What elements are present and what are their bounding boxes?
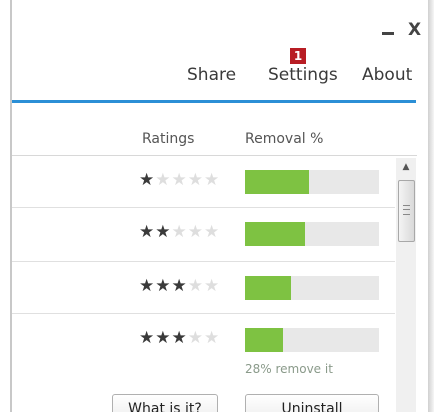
star-empty-icon: ★ [204, 170, 221, 190]
ratings-column-header: Ratings [142, 131, 195, 147]
star-filled-icon: ★ [155, 222, 172, 242]
star-filled-icon: ★ [139, 170, 156, 190]
app-window: X Share Settings 1 About Ratings Removal… [0, 0, 434, 412]
star-rating: ★★★★★ [139, 222, 220, 242]
star-empty-icon: ★ [187, 222, 204, 242]
star-filled-icon: ★ [139, 276, 156, 296]
removal-bar-fill [245, 276, 291, 300]
star-empty-icon: ★ [204, 276, 221, 296]
table-row: ★★★★★ [12, 262, 395, 312]
minimize-button[interactable] [380, 18, 396, 38]
star-rating: ★★★★★ [139, 328, 220, 348]
star-empty-icon: ★ [155, 170, 172, 190]
star-filled-icon: ★ [139, 222, 156, 242]
removal-bar-track [245, 276, 379, 300]
settings-notification-badge: 1 [290, 48, 306, 64]
removal-bar-fill [245, 328, 283, 352]
vertical-scrollbar[interactable]: ▲ [396, 158, 416, 412]
table-row: ★★★★★ [12, 208, 395, 258]
table-row: ★★★★★ [12, 156, 395, 206]
removal-bar-fill [245, 222, 305, 246]
scroll-up-arrow-icon[interactable]: ▲ [396, 158, 416, 176]
star-empty-icon: ★ [204, 328, 221, 348]
removal-bar-track [245, 222, 379, 246]
table-row: ★★★★★ [12, 314, 395, 364]
nav-about-link[interactable]: About [362, 64, 412, 86]
removal-bar-track [245, 328, 379, 352]
star-empty-icon: ★ [187, 328, 204, 348]
header-divider [12, 100, 416, 103]
star-filled-icon: ★ [155, 328, 172, 348]
star-rating: ★★★★★ [139, 170, 220, 190]
nav-share-link[interactable]: Share [187, 64, 236, 86]
minimize-icon [382, 32, 394, 35]
star-filled-icon: ★ [139, 328, 156, 348]
window-right-edge [428, 0, 434, 412]
nav-settings-link[interactable]: Settings [268, 64, 338, 86]
star-filled-icon: ★ [171, 276, 188, 296]
what-is-it-button[interactable]: What is it? [112, 394, 218, 412]
star-filled-icon: ★ [171, 328, 188, 348]
star-empty-icon: ★ [171, 170, 188, 190]
close-button[interactable]: X [408, 20, 421, 40]
scroll-thumb[interactable] [398, 180, 415, 242]
star-empty-icon: ★ [187, 276, 204, 296]
star-filled-icon: ★ [155, 276, 172, 296]
removal-column-header: Removal % [245, 131, 324, 147]
star-rating: ★★★★★ [139, 276, 220, 296]
removal-bar-fill [245, 170, 309, 194]
uninstall-button[interactable]: Uninstall [245, 394, 379, 412]
grip-icon [403, 205, 410, 215]
star-empty-icon: ★ [204, 222, 221, 242]
removal-bar-track [245, 170, 379, 194]
removal-caption: 28% remove it [245, 362, 333, 376]
star-empty-icon: ★ [171, 222, 188, 242]
star-empty-icon: ★ [187, 170, 204, 190]
